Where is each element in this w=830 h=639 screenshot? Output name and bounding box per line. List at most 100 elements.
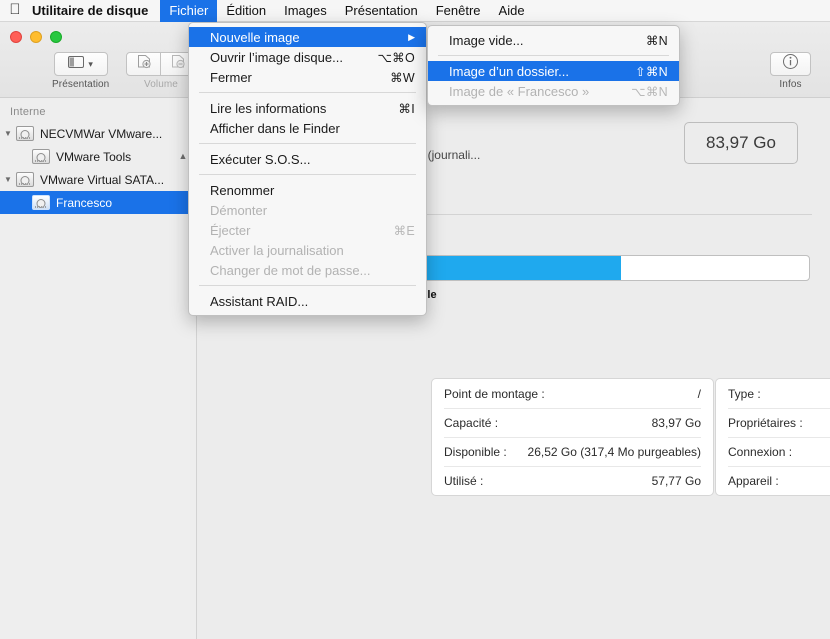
window-controls <box>10 31 62 43</box>
menubar-item-images[interactable]: Images <box>275 0 336 22</box>
hard-drive-icon <box>16 126 34 141</box>
menu-item-changer-de-mot-de-passe: Changer de mot de passe... <box>189 260 426 280</box>
sidebar-item-necvmwar[interactable]: ▼ NECVMWar VMware... <box>0 122 196 145</box>
detail-row: Point de montage : / <box>444 379 701 408</box>
menu-item-assistant-raid[interactable]: Assistant RAID... <box>189 291 426 311</box>
detail-row: Disponible : 26,52 Go (317,4 Mo purgeabl… <box>444 437 701 466</box>
menu-item-shortcut: ⇧⌘N <box>635 64 668 79</box>
menu-item-label: Activer la journalisation <box>210 242 344 258</box>
detail-label: Capacité : <box>444 416 499 430</box>
info-toolbar-group: Infos <box>770 52 811 90</box>
menu-separator <box>199 174 416 175</box>
minimize-button[interactable] <box>30 31 42 43</box>
menu-separator <box>199 92 416 93</box>
menu-item-label: Exécuter S.O.S... <box>210 151 311 167</box>
menu-item-afficher-dans-le-finder[interactable]: Afficher dans le Finder <box>189 118 426 138</box>
menu-separator <box>438 55 669 56</box>
detail-value: / <box>697 386 701 401</box>
detail-label: Connexion : <box>728 445 793 459</box>
sidebar-item-vmware-virtual-sata[interactable]: ▼ VMware Virtual SATA... <box>0 168 196 191</box>
new-image-submenu: Image vide... ⌘N Image d’un dossier... ⇧… <box>427 25 680 106</box>
volume-add-icon <box>136 54 152 74</box>
detail-row: Connexion : PCI <box>728 437 830 466</box>
disclosure-triangle-icon[interactable]: ▼ <box>0 129 16 138</box>
detail-row: Type : Volume physique interne PCI <box>728 379 830 408</box>
disclosure-triangle-icon[interactable]: ▼ <box>0 175 16 184</box>
volume-add-button[interactable] <box>126 52 161 76</box>
menu-item-label: Ouvrir l’image disque... <box>210 49 343 65</box>
close-button[interactable] <box>10 31 22 43</box>
info-button[interactable] <box>770 52 811 76</box>
sidebar-item-label: VMware Virtual SATA... <box>40 172 165 187</box>
hard-drive-icon <box>32 195 50 210</box>
menubar-item-aide[interactable]: Aide <box>490 0 534 22</box>
menu-item-ejecter: Éjecter ⌘E <box>189 220 426 240</box>
menubar-item-presentation[interactable]: Présentation <box>336 0 427 22</box>
menu-item-label: Image de « Francesco » <box>449 83 590 99</box>
view-toolbar-group: ▾ Présentation <box>52 52 109 90</box>
view-button[interactable]: ▾ <box>53 52 108 76</box>
menu-item-shortcut: ⌘N <box>645 33 668 48</box>
mac-menu-bar:  Utilitaire de disque Fichier Édition I… <box>0 0 830 22</box>
menubar-item-edition[interactable]: Édition <box>217 0 275 22</box>
volume-toolbar-group: Volume <box>126 52 196 90</box>
menu-item-activer-la-journalisation: Activer la journalisation <box>189 240 426 260</box>
menu-item-lire-les-informations[interactable]: Lire les informations ⌘I <box>189 98 426 118</box>
menu-item-label: Fermer <box>210 69 252 85</box>
menu-item-label: Afficher dans le Finder <box>210 120 340 136</box>
menu-item-renommer[interactable]: Renommer <box>189 180 426 200</box>
sidebar-item-vmware-tools[interactable]: VMware Tools ▲ <box>0 145 196 168</box>
chevron-down-icon: ▾ <box>88 58 93 69</box>
submenu-item-image-vide[interactable]: Image vide... ⌘N <box>428 30 679 50</box>
menubar-item-fichier[interactable]: Fichier <box>160 0 218 22</box>
volume-toolbar-label: Volume <box>144 79 178 90</box>
disk-utility-screen:  Utilitaire de disque Fichier Édition I… <box>0 0 830 639</box>
view-toolbar-label: Présentation <box>52 79 110 90</box>
info-toolbar-label: Infos <box>779 79 802 90</box>
file-menu: Nouvelle image ▶ Ouvrir l’image disque..… <box>188 22 427 316</box>
submenu-arrow-icon: ▶ <box>408 31 415 42</box>
submenu-item-image-de-francesco: Image de « Francesco » ⌥⌘N <box>428 81 679 101</box>
sidebar-item-label: VMware Tools <box>56 149 132 164</box>
menu-item-label: Nouvelle image <box>210 29 300 45</box>
details-panel-right: Type : Volume physique interne PCI Propr… <box>715 378 830 496</box>
menu-item-label: Lire les informations <box>210 100 327 116</box>
menu-item-label: Changer de mot de passe... <box>210 262 371 278</box>
menu-item-label: Renommer <box>210 182 275 198</box>
apple-icon[interactable]:  <box>0 2 30 19</box>
eject-icon[interactable]: ▲ <box>178 151 188 162</box>
capacity-badge: 83,97 Go <box>684 122 798 164</box>
hard-drive-icon <box>16 172 34 187</box>
menu-item-fermer[interactable]: Fermer ⌘W <box>189 67 426 87</box>
menu-item-ouvrir-image-disque[interactable]: Ouvrir l’image disque... ⌥⌘O <box>189 47 426 67</box>
menu-item-demonter: Démonter <box>189 200 426 220</box>
menu-item-label: Éjecter <box>210 222 251 238</box>
menu-item-label: Démonter <box>210 202 268 218</box>
detail-value: 83,97 Go <box>651 416 701 430</box>
menu-item-executer-sos[interactable]: Exécuter S.O.S... <box>189 149 426 169</box>
volume-remove-icon <box>170 54 186 74</box>
menubar-app-name[interactable]: Utilitaire de disque <box>30 0 160 22</box>
menubar-item-fenetre[interactable]: Fenêtre <box>427 0 490 22</box>
menu-item-shortcut: ⌥⌘N <box>631 84 668 99</box>
detail-label: Disponible : <box>444 445 507 459</box>
sidebar-item-label: Francesco <box>56 195 113 210</box>
detail-label: Utilisé : <box>444 474 484 488</box>
zoom-button[interactable] <box>50 31 62 43</box>
detail-label: Appareil : <box>728 474 779 488</box>
detail-value: 57,77 Go <box>651 474 701 488</box>
menu-item-label: Image vide... <box>449 32 524 48</box>
detail-row: Capacité : 83,97 Go <box>444 408 701 437</box>
sidebar: Interne ▼ NECVMWar VMware... VMware Tool… <box>0 98 197 639</box>
detail-label: Propriétaires : <box>728 416 803 430</box>
sidebar-item-francesco[interactable]: Francesco <box>0 191 196 214</box>
submenu-item-image-dun-dossier[interactable]: Image d’un dossier... ⇧⌘N <box>428 61 679 81</box>
menu-item-label: Image d’un dossier... <box>449 63 569 79</box>
sidebar-section-interne: Interne <box>10 106 46 118</box>
detail-value: 26,52 Go (317,4 Mo purgeables) <box>527 445 701 459</box>
menu-separator <box>199 143 416 144</box>
menu-item-shortcut: ⌘W <box>390 70 415 85</box>
menu-item-nouvelle-image[interactable]: Nouvelle image ▶ <box>189 27 426 47</box>
detail-label: Point de montage : <box>444 386 545 401</box>
hard-drive-icon <box>32 149 50 164</box>
